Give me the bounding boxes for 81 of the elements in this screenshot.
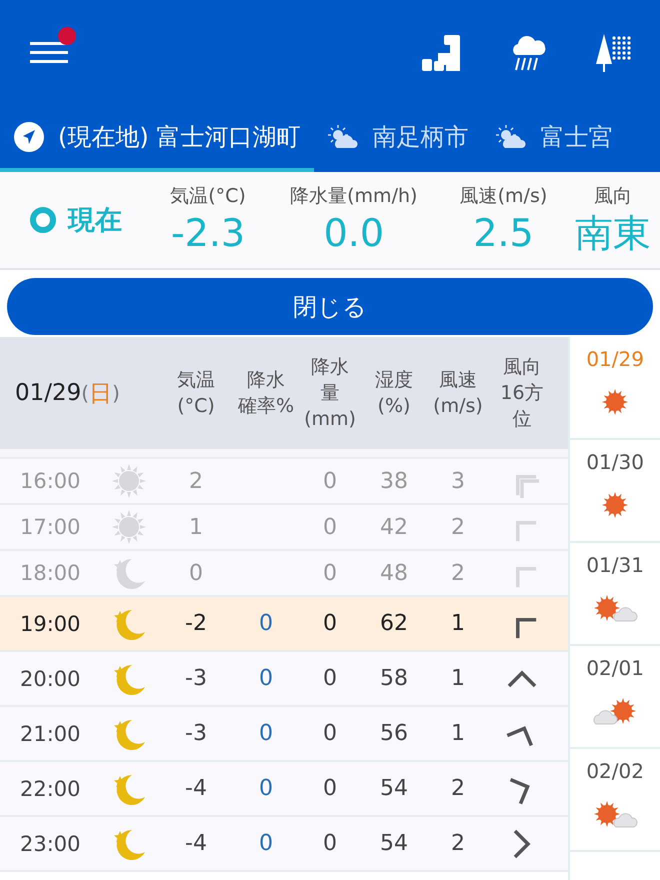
blocks-icon[interactable] — [422, 34, 460, 70]
stat-label: 気温(°C) — [170, 184, 246, 209]
time-cell-text: 19:00 — [19, 612, 82, 636]
time-cell-text: 23:00 — [19, 832, 82, 856]
table-cell-text: 2 — [188, 468, 204, 494]
table-cell-text: 0 — [322, 831, 338, 856]
time-cell-text: 22:00 — [19, 776, 82, 800]
close-bracket: ) — [112, 381, 120, 405]
stat-label: 風向 — [594, 184, 632, 209]
time-cell-text: 20:00 — [19, 666, 82, 690]
column-header: (%) — [378, 394, 410, 419]
column-header: 16方 — [500, 381, 544, 406]
table-cell-text: 0 — [322, 468, 338, 494]
column-header: 風速 — [439, 368, 477, 393]
stat-value: 2.5 — [473, 210, 534, 257]
column-header: 確率% — [238, 394, 294, 419]
table-cell-text: 38 — [379, 468, 409, 494]
table-cell-text: -4 — [184, 831, 208, 856]
table-cell-text: 0 — [322, 666, 338, 691]
time-cell-text: 21:00 — [19, 722, 82, 746]
table-cell-text: 42 — [379, 514, 409, 540]
snowy-tree-icon[interactable] — [596, 34, 632, 72]
table-cell-text: 1 — [450, 721, 466, 746]
table-cell-text: -3 — [184, 721, 208, 746]
column-header: (°C) — [177, 394, 215, 419]
table-cell-text: 0 — [322, 721, 338, 746]
table-cell-text: 0 — [258, 776, 274, 801]
column-header: 降水 — [311, 355, 349, 380]
current-label: 現在 — [68, 204, 122, 238]
location-tab[interactable]: 南足柄市 — [314, 105, 482, 172]
table-cell-text: 0 — [258, 666, 274, 691]
table-cell-text: 2 — [450, 831, 466, 856]
column-header: 量 — [320, 381, 340, 406]
table-cell-text: 3 — [450, 468, 466, 494]
time-cell-text: 18:00 — [19, 561, 82, 585]
table-cell-text: 0 — [322, 560, 338, 586]
navigation-icon — [14, 122, 44, 152]
date-label: 01/29 — [15, 380, 82, 406]
column-header: 気温 — [177, 368, 215, 393]
column-header: (mm) — [304, 407, 356, 432]
table-cell-text: 56 — [379, 721, 409, 746]
table-cell-text: 0 — [258, 611, 274, 636]
table-cell-text: 62 — [379, 611, 409, 636]
table-cell-text: 1 — [450, 666, 466, 691]
weekday-label: 日 — [89, 380, 112, 408]
table-cell-text: -4 — [184, 776, 208, 801]
time-cell-text: 17:00 — [19, 515, 82, 539]
column-header: 風向 — [503, 355, 541, 380]
table-cell-text: 48 — [379, 560, 409, 586]
table-cell-text: 54 — [379, 831, 409, 856]
stat-value: -2.3 — [170, 210, 246, 257]
sun-cloud-icon — [328, 124, 358, 148]
table-cell-text: -3 — [184, 666, 208, 691]
stat-label: 降水量(mm/h) — [290, 184, 418, 209]
location-tab[interactable]: 富士宮 — [482, 105, 626, 172]
close-button[interactable]: 閉じる — [7, 278, 653, 335]
stat-label: 風速(m/s) — [460, 184, 548, 209]
sun-cloud-icon — [496, 124, 526, 148]
table-cell-text: 54 — [379, 776, 409, 801]
open-bracket: ( — [81, 381, 90, 405]
table-cell-text: 58 — [379, 666, 409, 691]
table-cell-text: -2 — [184, 611, 208, 636]
table-cell-text: 0 — [322, 776, 338, 801]
table-cell-text: 2 — [450, 514, 466, 540]
column-header: 湿度 — [375, 368, 413, 393]
table-cell-text: 0 — [258, 721, 274, 746]
table-cell-text: 2 — [450, 560, 466, 586]
table-cell-text: 2 — [450, 776, 466, 801]
column-header: 降水 — [247, 368, 285, 393]
column-header: (m/s) — [433, 394, 483, 419]
radio-ring-icon — [30, 207, 56, 233]
table-cell-text: 1 — [450, 611, 466, 636]
table-cell-text: 0 — [188, 560, 204, 586]
column-header: 位 — [512, 407, 532, 432]
stat-value: 南東 — [575, 210, 652, 257]
table-cell-text: 0 — [322, 611, 338, 636]
time-cell-text: 16:00 — [19, 469, 82, 493]
table-cell-text: 0 — [322, 514, 338, 540]
table-cell-text: 1 — [188, 514, 204, 540]
table-cell-text: 0 — [258, 831, 274, 856]
stat-value: 0.0 — [324, 210, 384, 257]
